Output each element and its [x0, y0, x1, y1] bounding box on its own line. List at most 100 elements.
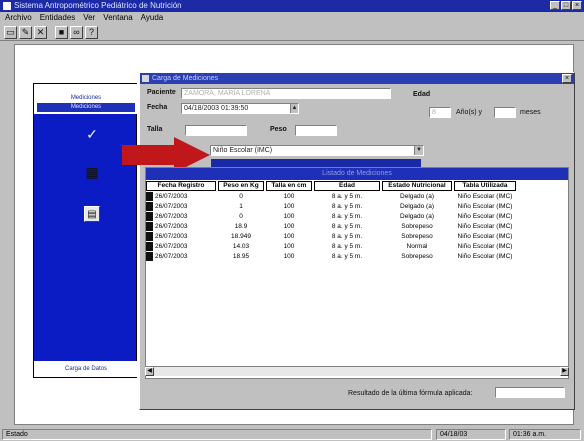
tabla-dropdown-value: Niño Escolar (IMC)	[213, 147, 273, 154]
talla-field[interactable]	[185, 125, 247, 136]
help-icon[interactable]: ?	[85, 26, 98, 39]
maximize-button[interactable]: □	[561, 1, 571, 10]
mediciones-window-titlebar: Carga de Mediciones ×	[140, 73, 574, 84]
edad-label: Edad	[413, 91, 431, 98]
table-cell: 26/07/2003	[155, 223, 188, 230]
table-cell: Sobrepeso	[401, 223, 433, 230]
dropdown-selected-option[interactable]	[211, 159, 421, 167]
peso-field[interactable]	[295, 125, 337, 136]
table-icon[interactable]: ▦	[84, 164, 100, 180]
table-cell: 100	[283, 213, 295, 220]
row-selector[interactable]	[146, 202, 153, 211]
table-cell: Delgado (a)	[400, 193, 434, 200]
col-estado-nutricional[interactable]: Estado Nutricional	[382, 181, 452, 191]
row-selector[interactable]	[146, 212, 153, 221]
table-cell: 26/07/2003	[155, 243, 188, 250]
resultado-field[interactable]	[495, 387, 565, 398]
row-selector[interactable]	[146, 222, 153, 231]
table-cell: 100	[283, 233, 295, 240]
status-date: 04/18/03	[436, 429, 506, 440]
col-edad[interactable]: Edad	[314, 181, 380, 191]
table-cell: 18.9	[234, 223, 248, 230]
save-icon[interactable]: ■	[55, 26, 68, 39]
table-cell: 8 a. y 5 m.	[331, 193, 363, 200]
edad-anios-field[interactable]: 8	[429, 107, 451, 118]
window-icon	[142, 75, 149, 82]
col-talla[interactable]: Talla en cm	[266, 181, 312, 191]
paciente-field[interactable]: ZAMORA, MARÍA LORENA	[181, 88, 391, 99]
table-cell: 8 a. y 5 m.	[331, 213, 363, 220]
table-cell: 8 a. y 5 m.	[331, 223, 363, 230]
sidebar-carga-de-datos[interactable]: Carga de Datos	[34, 361, 138, 377]
edad-meses-field[interactable]	[494, 107, 516, 118]
tabla-dropdown[interactable]: Niño Escolar (IMC) ▼	[210, 145, 424, 156]
sidebar: Mediciones Mediciones ✓ ▦ ▤ Carga de Dat…	[33, 83, 138, 378]
menu-entidades[interactable]: Entidades	[40, 12, 76, 24]
table-row[interactable]: 26/07/2003 0 100 8 a. y 5 m. Delgado (a) Niño…	[146, 212, 516, 221]
resultado-label: Resultado de la última fórmula aplicada:	[348, 390, 473, 397]
table-cell: Niño Escolar (IMC)	[457, 253, 513, 260]
table-cell: Niño Escolar (IMC)	[457, 203, 513, 210]
table-cell: Niño Escolar (IMC)	[457, 213, 513, 220]
binoculars-icon[interactable]: ∞	[70, 26, 83, 39]
table-row[interactable]: 26/07/2003 1 100 8 a. y 5 m. Delgado (a) Niño…	[146, 202, 516, 211]
table-cell: 26/07/2003	[155, 203, 188, 210]
window-close-button[interactable]: ×	[562, 74, 572, 83]
close-button[interactable]: ×	[572, 1, 582, 10]
table-cell: Delgado (a)	[400, 213, 434, 220]
table-cell: 100	[283, 193, 295, 200]
window-title: Carga de Mediciones	[152, 75, 219, 82]
table-row[interactable]: 26/07/2003 18.9 100 8 a. y 5 m. Sobrepeso Niñ…	[146, 222, 516, 231]
checkmark-icon[interactable]: ✓	[84, 126, 100, 142]
table-cell: Sobrepeso	[401, 253, 433, 260]
horizontal-scrollbar[interactable]: ◀ ▶	[145, 366, 569, 376]
sidebar-tab-mediciones-active[interactable]: Mediciones	[37, 103, 135, 112]
toolbar: ▭ ✎ ✕ ■ ∞ ?	[0, 25, 584, 41]
talla-label: Talla	[147, 126, 163, 133]
table-cell: 26/07/2003	[155, 233, 188, 240]
fecha-spinner[interactable]: ▲	[290, 104, 298, 113]
scroll-right-button[interactable]: ▶	[560, 367, 569, 376]
menu-ayuda[interactable]: Ayuda	[141, 12, 164, 24]
col-peso[interactable]: Peso en Kg	[218, 181, 264, 191]
row-selector[interactable]	[146, 232, 153, 241]
fecha-value: 04/18/2003 01:39:50	[184, 105, 249, 112]
minimize-button[interactable]: _	[550, 1, 560, 10]
table-cell: 26/07/2003	[155, 193, 188, 200]
app-titlebar: Sistema Antropométrico Pediátrico de Nut…	[0, 0, 584, 12]
table-cell: 8 a. y 5 m.	[331, 233, 363, 240]
scroll-left-button[interactable]: ◀	[145, 367, 154, 376]
sidebar-tab-mediciones[interactable]: Mediciones	[37, 94, 135, 103]
calculator-icon[interactable]: ▤	[84, 206, 100, 222]
col-fecha-registro[interactable]: Fecha Registro	[146, 181, 216, 191]
table-header: Fecha Registro Peso en Kg Talla en cm Ed…	[146, 181, 516, 191]
edit-icon[interactable]: ✎	[19, 26, 32, 39]
table-cell: 100	[283, 223, 295, 230]
table-row[interactable]: 26/07/2003 18.95 100 8 a. y 5 m. Sobrepeso Ni…	[146, 252, 516, 261]
table-cell: 0	[239, 213, 243, 220]
row-selector[interactable]	[146, 192, 153, 201]
table-row[interactable]: 26/07/2003 14.03 100 8 a. y 5 m. Normal Niño …	[146, 242, 516, 251]
table-row[interactable]: 26/07/2003 0 100 8 a. y 5 m. Delgado (a) Niño…	[146, 192, 516, 201]
row-selector[interactable]	[146, 252, 153, 261]
table-row[interactable]: 26/07/2003 18.949 100 8 a. y 5 m. Sobrepeso N…	[146, 232, 516, 241]
anios-label: Año(s) y	[456, 109, 483, 116]
col-tabla-utilizada[interactable]: Tabla Utilizada	[454, 181, 516, 191]
table-cell: Normal	[406, 243, 428, 250]
menu-ventana[interactable]: Ventana	[103, 12, 132, 24]
new-icon[interactable]: ▭	[4, 26, 17, 39]
delete-icon[interactable]: ✕	[34, 26, 47, 39]
table-cell: 8 a. y 5 m.	[331, 253, 363, 260]
table-cell: 100	[283, 243, 295, 250]
app-icon[interactable]	[3, 2, 11, 10]
menu-archivo[interactable]: Archivo	[5, 12, 32, 24]
table-cell: Niño Escolar (IMC)	[457, 233, 513, 240]
chevron-down-icon[interactable]: ▼	[414, 146, 423, 155]
table-cell: 100	[283, 253, 295, 260]
table-cell: Niño Escolar (IMC)	[457, 243, 513, 250]
table-cell: 0	[239, 193, 243, 200]
row-selector[interactable]	[146, 242, 153, 251]
menu-ver[interactable]: Ver	[83, 12, 95, 24]
fecha-field[interactable]: 04/18/2003 01:39:50 ▲	[181, 103, 299, 114]
table-cell: 26/07/2003	[155, 213, 188, 220]
